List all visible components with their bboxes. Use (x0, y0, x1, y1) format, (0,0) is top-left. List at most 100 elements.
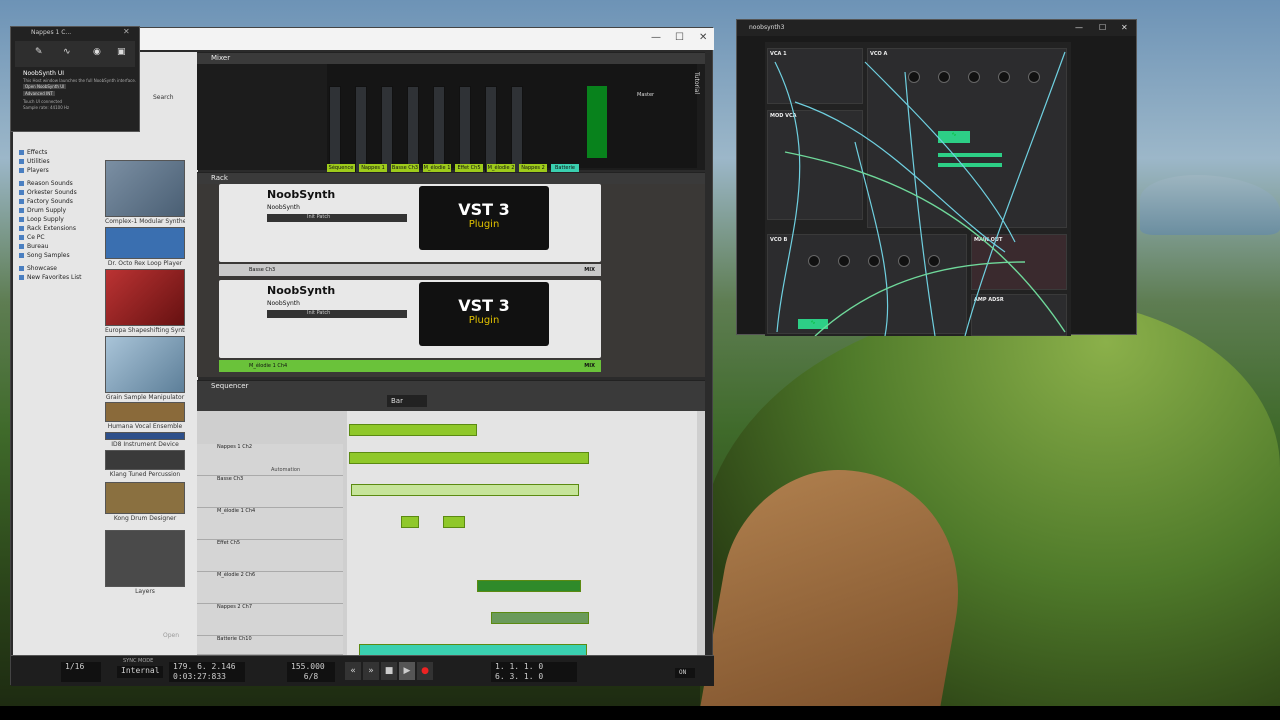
sync-mode-label: SYNC MODE (123, 658, 154, 664)
device-tile[interactable]: Complex-1 Modular Synthesizer (105, 160, 185, 227)
track-header[interactable]: Batterie Ch10 (197, 636, 343, 655)
tutorial-tab[interactable]: Tutorial (693, 72, 700, 94)
loop-locators[interactable]: 1. 1. 1. 0 6. 3. 1. 0 (491, 662, 577, 682)
nav-item[interactable]: New Favorites List (17, 273, 105, 282)
quantize-display[interactable]: 1/16 (61, 662, 101, 682)
channel-strip[interactable] (433, 86, 445, 174)
tempo-display[interactable]: 155.000 6/8 (287, 662, 335, 682)
device-name: NoobSynth (267, 284, 336, 297)
patch-cables (774, 51, 1066, 336)
device-tile[interactable]: Layers (105, 530, 185, 597)
nav-item[interactable]: Effects (17, 148, 105, 157)
clip[interactable] (401, 516, 419, 528)
advanced-button[interactable]: Advanced INT (23, 91, 55, 96)
device-tile[interactable]: Klang Tuned Percussion (105, 450, 185, 480)
clip[interactable] (349, 424, 477, 436)
device-tile[interactable]: Dr. Octo Rex Loop Player (105, 227, 185, 269)
nav-item[interactable]: Showcase (17, 264, 105, 273)
vst-panel: VST 3 Plugin (419, 282, 549, 346)
mixer-header: Mixer (197, 52, 705, 64)
track-header[interactable]: M_élodie 2 Ch6 (197, 572, 343, 604)
browser-pane: Search Effects Utilities Players Reason … (13, 52, 198, 655)
search-label[interactable]: Search (153, 94, 174, 101)
track-header[interactable]: Nappes 1 Ch2 (197, 444, 343, 476)
rack-device[interactable]: NoobSynth NoobSynth Init Patch VST 3 Plu… (219, 184, 601, 262)
maximize-icon[interactable]: ☐ (1099, 23, 1106, 32)
maximize-icon[interactable]: ☐ (675, 32, 684, 43)
nav-item[interactable]: Song Samples (17, 251, 105, 260)
patch-name[interactable]: Init Patch (267, 310, 407, 318)
track-header[interactable]: Basse Ch3 (197, 476, 343, 508)
camera-icon[interactable]: ▣ (117, 47, 126, 57)
device-tile[interactable]: Grain Sample Manipulator (105, 336, 185, 403)
channel-strip[interactable] (381, 86, 393, 174)
taskbar (0, 706, 1280, 720)
nav-item[interactable]: Drum Supply (17, 206, 105, 215)
pin-icon[interactable]: ✎ (35, 47, 43, 57)
device-bar[interactable]: M_élodie 1 Ch4 MIX (219, 360, 601, 372)
device-bar[interactable]: Basse Ch3 MIX (219, 264, 601, 276)
waveform-icon[interactable]: ∿ (63, 47, 71, 57)
open-ui-button[interactable]: Open NoobSynth UI (23, 84, 67, 89)
nav-item[interactable]: Loop Supply (17, 215, 105, 224)
popup-status: Touch UI connected (23, 99, 63, 104)
play-icon[interactable]: ▶ (399, 662, 415, 680)
close-icon[interactable]: ✕ (699, 32, 707, 43)
noobsynth-window: noobsynth3 — ☐ ✕ VCA 1 VCO A ∿ MOD VCA V… (736, 19, 1137, 336)
minimize-icon[interactable]: — (1075, 23, 1083, 32)
record-icon[interactable]: ● (417, 662, 433, 680)
snap-select[interactable]: Bar (387, 395, 427, 407)
device-name: NoobSynth (267, 188, 336, 201)
master-label: Master (637, 92, 655, 98)
clip[interactable] (351, 484, 579, 496)
sync-mode-select[interactable]: Internal (117, 666, 163, 678)
track-header[interactable]: M_élodie 1 Ch4 (197, 508, 343, 540)
nav-item[interactable]: Ce PC (17, 233, 105, 242)
rack-device[interactable]: NoobSynth NoobSynth Init Patch VST 3 Plu… (219, 280, 601, 358)
popup-close-icon[interactable]: ✕ (123, 27, 130, 36)
channel-strip[interactable] (329, 86, 341, 174)
popup-status: Sample rate: 44100 Hz (23, 105, 70, 110)
channel-strip[interactable] (407, 86, 419, 174)
device-tile[interactable]: Kong Drum Designer (105, 482, 185, 524)
channel-strip[interactable] (485, 86, 497, 174)
popup-heading: NoobSynth UI (23, 70, 65, 77)
record-circle-icon[interactable]: ◉ (93, 47, 101, 57)
nav-item[interactable]: Bureau (17, 242, 105, 251)
clip[interactable] (443, 516, 465, 528)
clip[interactable] (349, 452, 589, 464)
popup-title: Nappes 1 C... (31, 29, 72, 36)
device-tile[interactable]: Europa Shapeshifting Synthesizer (105, 269, 185, 336)
nav-item[interactable]: Reason Sounds (17, 179, 105, 188)
track-header[interactable]: Nappes 2 Ch7 (197, 604, 343, 636)
close-icon[interactable]: ✕ (1121, 23, 1128, 32)
vst-panel: VST 3 Plugin (419, 186, 549, 250)
open-button[interactable]: Open (163, 632, 179, 639)
fast-forward-icon[interactable]: » (363, 662, 379, 680)
track-header[interactable]: Effet Ch5 (197, 540, 343, 572)
channel-strip[interactable] (511, 86, 523, 174)
rewind-icon[interactable]: « (345, 662, 361, 680)
clip[interactable] (477, 580, 581, 592)
master-meter (587, 86, 607, 158)
nav-item[interactable]: Factory Sounds (17, 197, 105, 206)
position-display[interactable]: 179. 6. 2.146 0:03:27:833 (169, 662, 245, 682)
patch-name[interactable]: Init Patch (267, 214, 407, 222)
minimize-icon[interactable]: — (651, 32, 661, 43)
nav-item[interactable]: Utilities (17, 157, 105, 166)
clip[interactable] (491, 612, 589, 624)
device-sub: NoobSynth (267, 300, 300, 307)
device-tile[interactable]: Humana Vocal Ensemble (105, 402, 185, 432)
browser-nav: Effects Utilities Players Reason Sounds … (17, 148, 105, 282)
nav-item[interactable]: Players (17, 166, 105, 175)
on-button[interactable]: ON (675, 668, 695, 678)
automation-label: Automation (271, 467, 301, 473)
channel-strip[interactable] (459, 86, 471, 174)
channel-strip[interactable] (355, 86, 367, 174)
popup-desc: This Host window launches the full NoobS… (23, 78, 137, 83)
stop-icon[interactable]: ■ (381, 662, 397, 680)
nav-item[interactable]: Orkester Sounds (17, 188, 105, 197)
device-tile[interactable]: ID8 Instrument Device (105, 432, 185, 450)
nav-item[interactable]: Rack Extensions (17, 224, 105, 233)
popup-toolbar: ✎ ∿ ◉ ▣ (15, 41, 135, 67)
